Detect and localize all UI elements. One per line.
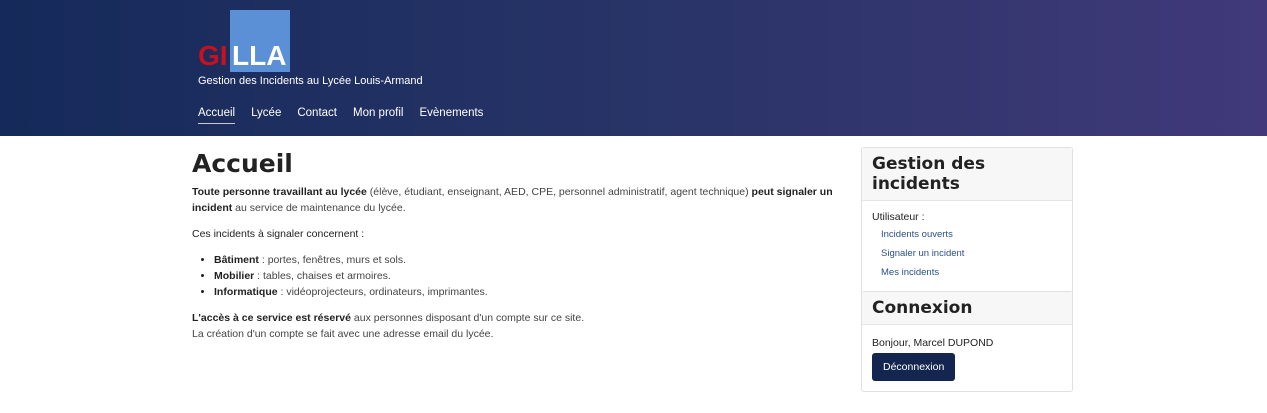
concern-paragraph: Ces incidents à signaler concernent : — [192, 228, 365, 240]
logout-button[interactable]: Déconnexion — [872, 353, 956, 381]
list-item: Mobilier : tables, chaises et armoires. — [214, 268, 842, 284]
link-incidents-ouverts[interactable]: Incidents ouverts — [881, 229, 1062, 240]
nav-item-evenements[interactable]: Evènements — [419, 107, 483, 124]
nav-item-lycee[interactable]: Lycée — [251, 107, 281, 124]
greeting-text: Bonjour, Marcel DUPOND — [872, 337, 994, 349]
site-header: GI LLA Gestion des Incidents au Lycée Lo… — [0, 0, 1267, 136]
user-label: Utilisateur : — [872, 211, 925, 223]
page-title: Accueil — [192, 149, 293, 178]
creation-text: La création d'un compte se fait avec une… — [192, 328, 494, 340]
connexion-card-title: Connexion — [862, 292, 1072, 325]
list-item: Informatique : vidéoprojecteurs, ordinat… — [214, 284, 842, 300]
link-signaler-incident[interactable]: Signaler un incident — [881, 248, 1062, 259]
nav-item-contact[interactable]: Contact — [297, 107, 337, 124]
intro-text-2: au service de maintenance du lycée. — [232, 202, 406, 214]
incident-type-list: Bâtiment : portes, fenêtres, murs et sol… — [214, 252, 842, 300]
link-mes-incidents[interactable]: Mes incidents — [881, 267, 1062, 278]
nav-item-mon-profil[interactable]: Mon profil — [353, 107, 404, 124]
list-item-text: : vidéoprojecteurs, ordinateurs, imprima… — [277, 286, 488, 298]
list-item-bold: Bâtiment — [214, 254, 259, 266]
access-paragraph: L'accès à ce service est réservé aux per… — [192, 310, 842, 342]
list-item-text: : tables, chaises et armoires. — [254, 270, 391, 282]
list-item: Bâtiment : portes, fenêtres, murs et sol… — [214, 252, 842, 268]
logo-text-lla: LLA — [232, 40, 287, 71]
list-item-text: : portes, fenêtres, murs et sols. — [258, 254, 406, 266]
access-text: aux personnes disposant d'un compte sur … — [350, 312, 585, 324]
main-nav: Accueil Lycée Contact Mon profil Evèneme… — [198, 107, 499, 124]
list-item-bold: Mobilier — [214, 270, 255, 282]
incidents-card-title: Gestion des incidents — [862, 148, 1072, 201]
access-bold: L'accès à ce service est réservé — [192, 312, 351, 324]
list-item-bold: Informatique — [214, 286, 278, 298]
main-content: Accueil Toute personne travaillant au ly… — [192, 150, 842, 352]
site-subtitle: Gestion des Incidents au Lycée Louis-Arm… — [198, 75, 423, 87]
intro-text-1: (élève, étudiant, enseignant, AED, CPE, … — [366, 186, 752, 198]
nav-item-accueil[interactable]: Accueil — [198, 107, 236, 124]
incidents-card-body: Utilisateur : Incidents ouverts Signaler… — [862, 201, 1072, 296]
intro-paragraph: Toute personne travaillant au lycée (élè… — [192, 184, 842, 216]
connexion-card: Connexion Bonjour, Marcel DUPOND Déconne… — [861, 291, 1073, 392]
connexion-card-body: Bonjour, Marcel DUPOND Déconnexion — [862, 325, 1072, 391]
logo-text-gi: GI — [198, 40, 228, 71]
incidents-card: Gestion des incidents Utilisateur : Inci… — [861, 147, 1073, 297]
intro-bold-1: Toute personne travaillant au lycée — [192, 186, 367, 198]
